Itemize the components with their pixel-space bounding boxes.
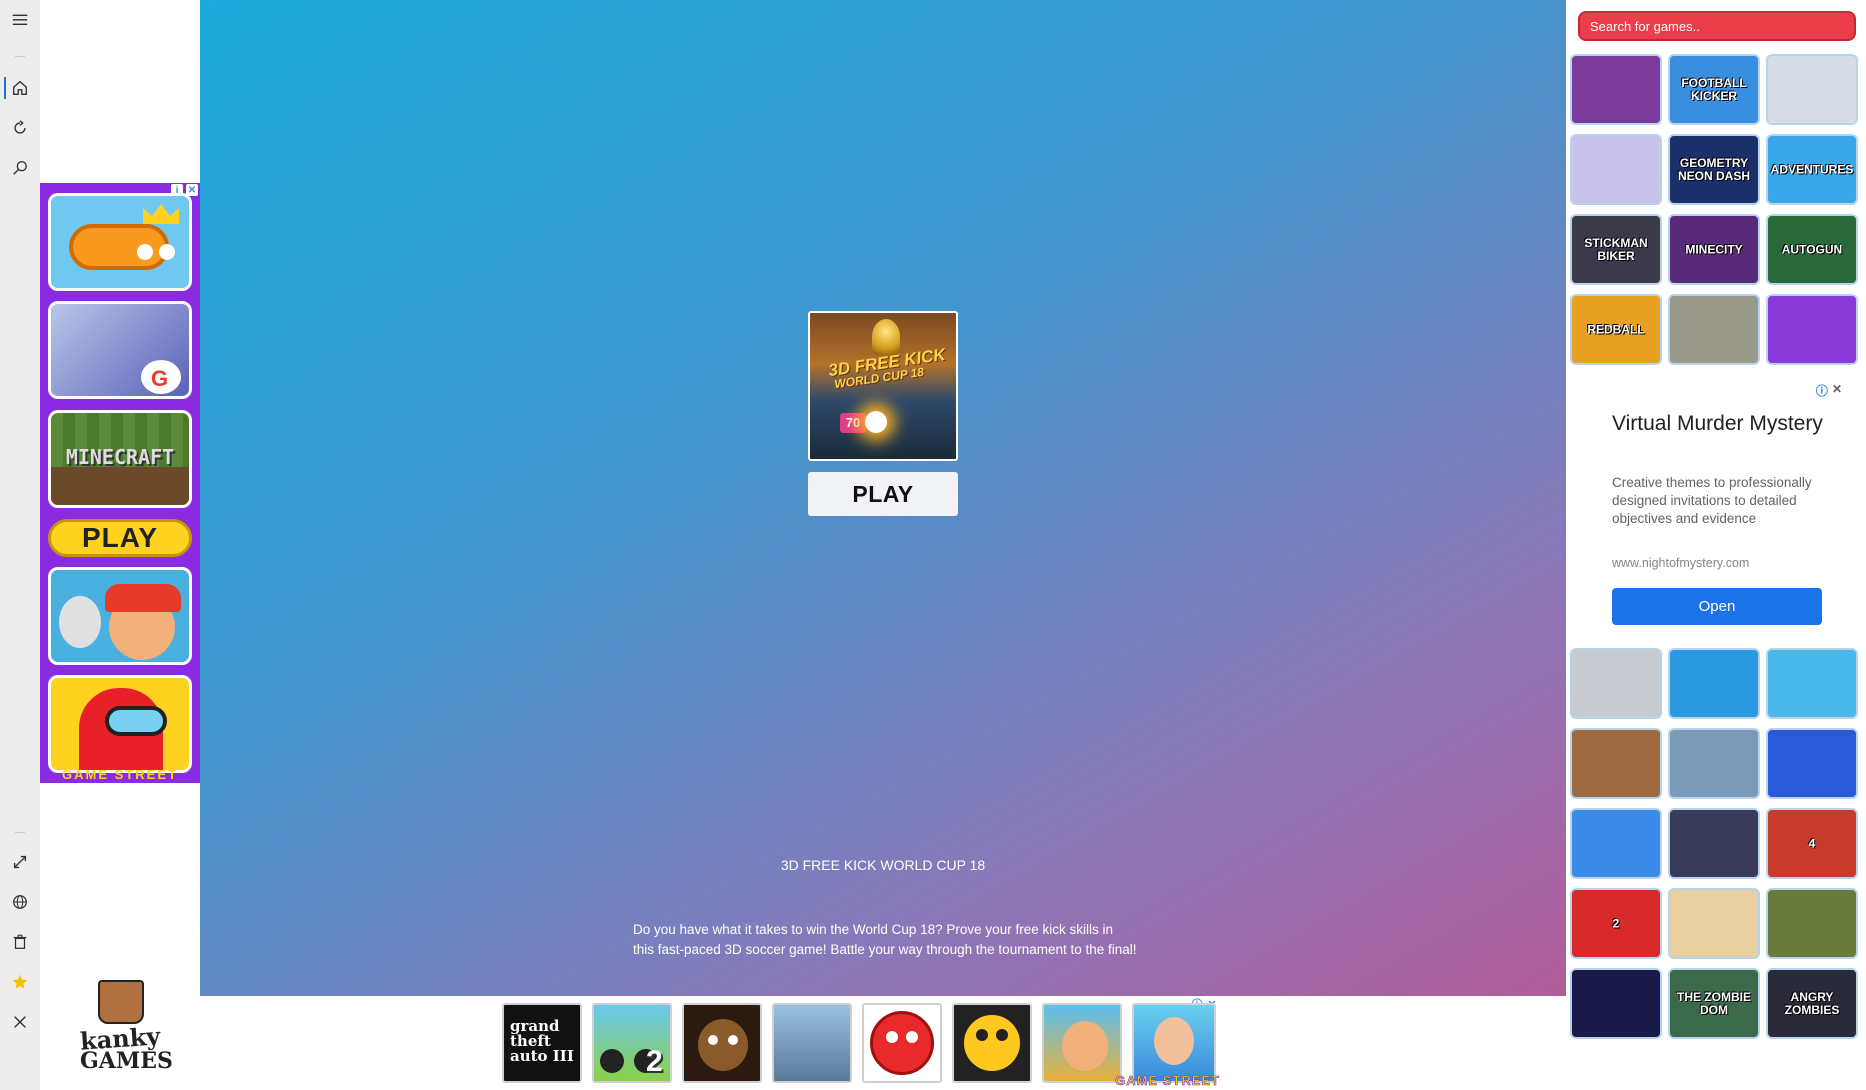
ad-headline: Virtual Murder Mystery bbox=[1612, 412, 1823, 435]
search-input[interactable] bbox=[1590, 18, 1844, 34]
game-tile-label: STICKMAN BIKER bbox=[1584, 235, 1648, 263]
game-tile[interactable]: ADVENTURES bbox=[1766, 134, 1858, 205]
game-tile-label: FOOTBALL KICKER bbox=[1681, 75, 1747, 103]
trophy-icon bbox=[872, 319, 900, 355]
rail-divider bbox=[15, 832, 25, 833]
logo-line2: GAMES bbox=[80, 1048, 173, 1074]
sidebar-ad[interactable]: ⓘ ✕ Virtual Murder Mystery Creative them… bbox=[1592, 382, 1842, 632]
ad-tile-freefire[interactable]: G bbox=[48, 301, 192, 399]
close-icon[interactable] bbox=[9, 1011, 31, 1033]
game-tile[interactable]: MINECITY bbox=[1668, 214, 1760, 285]
game-tile[interactable] bbox=[1570, 968, 1662, 1039]
bottom-ad-tile[interactable] bbox=[1132, 1003, 1216, 1083]
game-tile[interactable] bbox=[1766, 54, 1858, 125]
logo-mascot-icon bbox=[98, 980, 144, 1024]
active-indicator bbox=[4, 77, 6, 99]
game-tile-label: ANGRY ZOMBIES bbox=[1784, 989, 1840, 1017]
game-tile[interactable] bbox=[1668, 648, 1760, 719]
ad-open-button[interactable]: Open bbox=[1612, 588, 1822, 625]
game-tile[interactable]: GEOMETRY NEON DASH bbox=[1668, 134, 1760, 205]
game-tile[interactable] bbox=[1766, 888, 1858, 959]
game-tile-label: ADVENTURES bbox=[1770, 162, 1854, 176]
game-tile[interactable] bbox=[1766, 294, 1858, 365]
bottom-ad-tile[interactable] bbox=[682, 1003, 762, 1083]
game-tile[interactable]: STICKMAN BIKER bbox=[1570, 214, 1662, 285]
left-ad-play-button[interactable]: PLAY bbox=[48, 519, 192, 557]
game-tile-label: 4 bbox=[1808, 836, 1816, 850]
game-tile[interactable] bbox=[1668, 808, 1760, 879]
soccer-ball-icon bbox=[865, 411, 887, 433]
game-tile-label: GEOMETRY NEON DASH bbox=[1677, 155, 1750, 183]
bottom-ad-tile[interactable]: grand theft auto III bbox=[502, 1003, 582, 1083]
game-tile[interactable] bbox=[1668, 728, 1760, 799]
game-tile[interactable] bbox=[1570, 648, 1662, 719]
game-tile[interactable] bbox=[1766, 728, 1858, 799]
left-ad-banner[interactable]: i ✕ G MINECRAFT PLAY GAME STREET bbox=[40, 183, 200, 783]
game-tile[interactable]: FOOTBALL KICKER bbox=[1668, 54, 1760, 125]
menu-icon[interactable] bbox=[9, 9, 31, 31]
ad-info-icon[interactable]: ⓘ bbox=[1816, 382, 1828, 399]
icon-rail bbox=[0, 0, 40, 1090]
star-icon[interactable] bbox=[9, 971, 31, 993]
game-tile[interactable] bbox=[1570, 808, 1662, 879]
ad-close-icon[interactable]: ✕ bbox=[1832, 382, 1842, 399]
ad-tile-minecraft[interactable]: MINECRAFT bbox=[48, 410, 192, 508]
bottom-ad-banner[interactable]: ⓘ ✕ grand theft auto III 2 bbox=[498, 997, 1220, 1090]
game-tile[interactable]: REDBALL bbox=[1570, 294, 1662, 365]
play-button[interactable]: PLAY bbox=[808, 472, 958, 516]
game-tile-label: AUTOGUN bbox=[1781, 242, 1843, 256]
page: i ✕ G MINECRAFT PLAY GAME STREET kanky G… bbox=[0, 0, 1866, 1090]
search-box[interactable] bbox=[1578, 11, 1856, 41]
search-icon[interactable] bbox=[9, 157, 31, 179]
ad-brand-label: GAME STREET bbox=[1115, 1073, 1220, 1089]
game-tile[interactable]: THE ZOMBIE DOM bbox=[1668, 968, 1760, 1039]
ad-url[interactable]: www.nightofmystery.com bbox=[1612, 556, 1749, 570]
gta-logo-text: grand theft auto III bbox=[510, 1017, 574, 1065]
game-tile[interactable] bbox=[1570, 134, 1662, 205]
crown-icon bbox=[143, 204, 179, 224]
game-tile[interactable] bbox=[1570, 54, 1662, 125]
kanky-games-logo[interactable]: kanky GAMES bbox=[70, 978, 173, 1078]
ad-tile-subway[interactable] bbox=[48, 567, 192, 665]
ad-brand-label: GAME STREET bbox=[62, 767, 178, 782]
trash-icon[interactable] bbox=[9, 931, 31, 953]
ad-choices[interactable]: ⓘ ✕ bbox=[1816, 382, 1842, 399]
bottom-ad-tile[interactable]: 2 bbox=[592, 1003, 672, 1083]
hill-climb-number: 2 bbox=[646, 1045, 663, 1078]
fullscreen-icon[interactable] bbox=[9, 851, 31, 873]
bottom-ad-tile[interactable] bbox=[952, 1003, 1032, 1083]
game-tile[interactable] bbox=[1570, 728, 1662, 799]
game-thumbnail[interactable]: 3D FREE KICK WORLD CUP 18 70 bbox=[808, 311, 958, 461]
game-tile[interactable]: 2 bbox=[1570, 888, 1662, 959]
game-tile-label: MINECITY bbox=[1685, 242, 1743, 256]
minecraft-logo-text: MINECRAFT bbox=[65, 445, 175, 469]
game-tile[interactable]: 4 bbox=[1766, 808, 1858, 879]
game-stage: 3D FREE KICK WORLD CUP 18 70 PLAY 3D FRE… bbox=[200, 0, 1566, 996]
bottom-ad-tile[interactable] bbox=[772, 1003, 852, 1083]
game-description: Do you have what it takes to win the Wor… bbox=[633, 922, 1137, 957]
game-tile[interactable] bbox=[1766, 648, 1858, 719]
history-icon[interactable] bbox=[9, 117, 31, 139]
right-sidebar: FOOTBALL KICKER GEOMETRY NEON DASH ADVENTU… bbox=[1566, 0, 1866, 1090]
ad-tile-amongus[interactable] bbox=[48, 675, 192, 773]
ad-tile-snake[interactable] bbox=[48, 193, 192, 291]
game-tile[interactable]: ANGRY ZOMBIES bbox=[1766, 968, 1858, 1039]
game-tile[interactable] bbox=[1668, 294, 1760, 365]
language-icon[interactable] bbox=[9, 891, 31, 913]
bottom-ad-tile[interactable] bbox=[862, 1003, 942, 1083]
thumbnail-number: 70 bbox=[840, 413, 866, 433]
rail-divider bbox=[15, 56, 25, 57]
ad-description: Creative themes to professionally design… bbox=[1612, 475, 1812, 526]
game-tile-label: REDBALL bbox=[1587, 322, 1645, 336]
game-tile-label: 2 bbox=[1612, 916, 1620, 930]
home-icon[interactable] bbox=[9, 77, 31, 99]
game-title: 3D FREE KICK WORLD CUP 18 bbox=[780, 857, 986, 873]
bottom-ad-tile[interactable] bbox=[1042, 1003, 1122, 1083]
game-tile-label: THE ZOMBIE DOM bbox=[1677, 989, 1751, 1017]
game-tile[interactable] bbox=[1668, 888, 1760, 959]
game-tile[interactable]: AUTOGUN bbox=[1766, 214, 1858, 285]
